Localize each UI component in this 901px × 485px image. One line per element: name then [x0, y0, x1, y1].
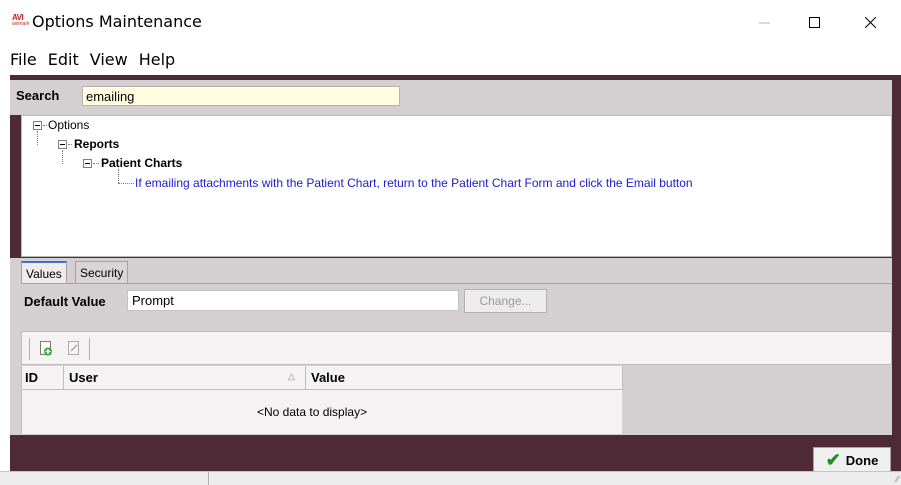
grid-toolbar	[21, 331, 892, 365]
tree-node-options[interactable]: Options	[48, 118, 89, 132]
title-bar: AVI avimark Options Maintenance	[0, 0, 901, 44]
edit-record-icon[interactable]	[67, 341, 81, 356]
minimize-button[interactable]	[741, 0, 787, 44]
tab-values[interactable]: Values	[21, 261, 67, 284]
resize-grip-icon[interactable]: ∕∕	[896, 474, 899, 484]
menu-edit[interactable]: Edit	[48, 50, 79, 69]
close-button[interactable]	[847, 0, 893, 44]
column-user[interactable]: User	[66, 366, 98, 390]
menu-file[interactable]: File	[10, 50, 37, 69]
change-button[interactable]: Change...	[464, 289, 547, 313]
options-tree[interactable]: Options Reports Patient Charts If emaili…	[21, 115, 892, 257]
close-icon	[864, 16, 876, 28]
values-grid: ID User △ Value <No data to display>	[21, 366, 623, 434]
search-label: Search	[16, 88, 60, 103]
default-value-label: Default Value	[24, 294, 106, 309]
maximize-button[interactable]	[791, 0, 837, 44]
window-title: Options Maintenance	[32, 12, 202, 31]
avi-logo-icon: AVI avimark	[12, 13, 30, 27]
search-input[interactable]	[82, 86, 400, 106]
tab-security[interactable]: Security	[75, 261, 129, 284]
sort-arrow-icon: △	[288, 371, 295, 381]
done-label: Done	[845, 452, 879, 468]
empty-grid-message: <No data to display>	[257, 405, 368, 419]
checkmark-icon: ✔	[825, 450, 841, 470]
column-id[interactable]: ID	[22, 366, 38, 390]
add-record-icon[interactable]	[39, 341, 53, 356]
column-value[interactable]: Value	[308, 366, 345, 390]
status-bar: ∕∕	[0, 471, 901, 485]
maximize-icon	[808, 16, 820, 28]
collapse-options-icon[interactable]	[33, 121, 42, 130]
grid-header: ID User △ Value	[22, 366, 623, 390]
collapse-patient-charts-icon[interactable]	[83, 159, 92, 168]
default-value-field[interactable]	[127, 290, 459, 311]
menu-view[interactable]: View	[90, 50, 128, 69]
minimize-icon	[758, 22, 770, 23]
done-button[interactable]: ✔ Done	[813, 447, 891, 473]
menu-bar: File Edit View Help	[0, 44, 901, 74]
tree-leaf-option[interactable]: If emailing attachments with the Patient…	[135, 176, 693, 190]
menu-help[interactable]: Help	[139, 50, 175, 69]
collapse-reports-icon[interactable]	[58, 140, 67, 149]
tree-node-patient-charts[interactable]: Patient Charts	[101, 156, 182, 170]
tree-node-reports[interactable]: Reports	[74, 137, 119, 151]
